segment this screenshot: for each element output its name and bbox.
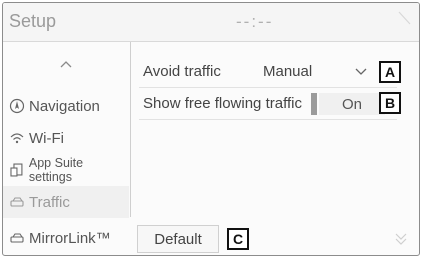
default-button[interactable]: Default bbox=[137, 225, 219, 253]
callout-c: C bbox=[227, 228, 249, 250]
corner-slash-icon bbox=[398, 11, 411, 25]
app-suite-icon bbox=[10, 163, 23, 177]
avoid-traffic-row[interactable]: Avoid traffic Manual bbox=[139, 57, 397, 88]
free-flowing-toggle[interactable]: On bbox=[319, 93, 385, 115]
sidebar-item-wifi[interactable]: Wi-Fi bbox=[3, 122, 129, 154]
wifi-icon bbox=[10, 133, 24, 144]
sidebar-item-label: Traffic bbox=[29, 193, 70, 211]
page-title: Setup bbox=[9, 11, 57, 31]
header-bar: Setup --:-- bbox=[3, 3, 419, 42]
sidebar: Navigation Wi-Fi App Suite settings Traf… bbox=[3, 42, 129, 255]
traffic-icon bbox=[10, 197, 24, 207]
navigation-icon bbox=[9, 98, 25, 114]
free-flowing-row[interactable]: Show free flowing traffic On bbox=[139, 89, 397, 120]
avoid-traffic-label: Avoid traffic bbox=[143, 63, 221, 80]
sidebar-item-label: MirrorLink™ bbox=[29, 229, 111, 247]
setup-screen: Setup --:-- Navigation Wi-Fi App Suite s… bbox=[2, 2, 420, 256]
clock-display: --:-- bbox=[236, 12, 274, 31]
scroll-down-icon[interactable] bbox=[394, 231, 408, 247]
callout-a: A bbox=[379, 61, 401, 83]
mirrorlink-icon bbox=[10, 233, 24, 243]
free-flowing-label: Show free flowing traffic bbox=[143, 95, 302, 112]
sidebar-item-app-suite[interactable]: App Suite settings bbox=[3, 154, 129, 186]
callout-b: B bbox=[379, 92, 401, 114]
avoid-traffic-value: Manual bbox=[263, 63, 313, 80]
sidebar-item-traffic[interactable]: Traffic bbox=[3, 186, 129, 218]
toggle-indicator bbox=[311, 93, 317, 115]
sidebar-item-mirrorlink[interactable]: MirrorLink™ bbox=[3, 222, 129, 254]
sidebar-item-label: App Suite settings bbox=[28, 156, 84, 184]
sidebar-item-label: Wi-Fi bbox=[29, 129, 64, 147]
scroll-up-icon[interactable] bbox=[59, 59, 73, 69]
chevron-down-icon[interactable] bbox=[355, 66, 367, 76]
sidebar-divider bbox=[130, 42, 131, 217]
sidebar-item-label: Navigation bbox=[29, 97, 100, 115]
sidebar-item-navigation[interactable]: Navigation bbox=[3, 90, 129, 122]
